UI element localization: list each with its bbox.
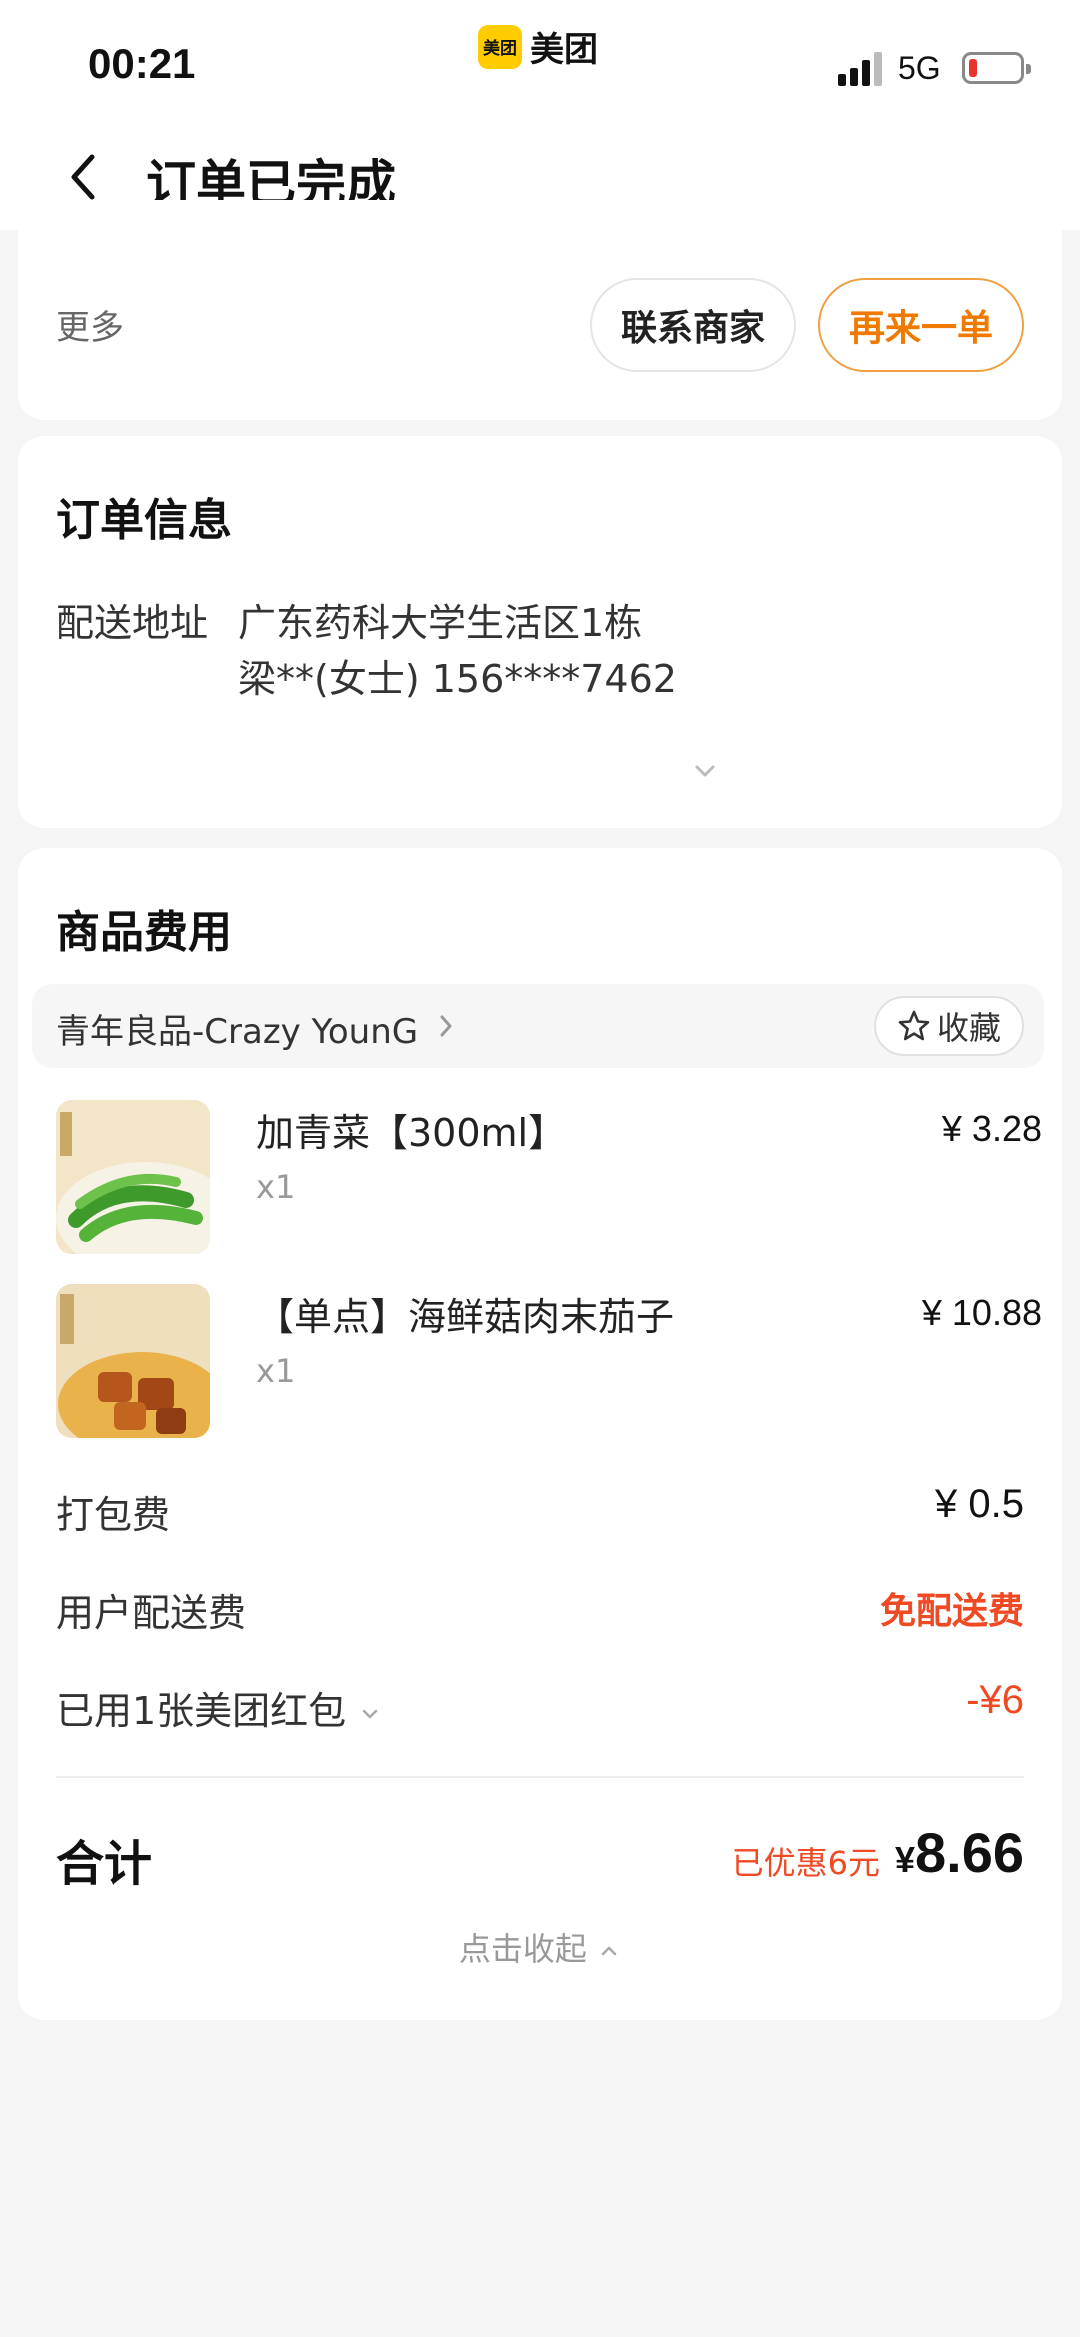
total-number: 8.66 — [915, 1821, 1024, 1884]
item-quantity: x1 — [256, 1168, 296, 1206]
reorder-button[interactable]: 再来一单 — [818, 278, 1024, 372]
delivery-fee-label: 用户配送费 — [56, 1591, 247, 1635]
battery-icon — [962, 52, 1031, 84]
network-type: 5G — [898, 50, 941, 86]
order-info-card: 订单信息 配送地址 广东药科大学生活区1栋 梁**(女士) 156****746… — [18, 436, 1062, 828]
collapse-label: 点击收起 — [458, 1930, 587, 1968]
packing-fee-value: ¥ 0.5 — [935, 1482, 1024, 1526]
favorite-button[interactable]: 收藏 — [874, 996, 1024, 1056]
divider — [56, 1776, 1024, 1778]
star-icon — [898, 1010, 930, 1041]
back-arrow-icon — [71, 154, 95, 200]
address-label: 配送地址 — [56, 601, 209, 645]
chevron-right-icon — [440, 1015, 452, 1037]
list-item[interactable]: 【单点】海鲜菇肉末茄子 x1 ¥ 10.88 — [56, 1284, 1042, 1440]
item-quantity: x1 — [256, 1352, 296, 1390]
item-price: ¥ 3.28 — [941, 1108, 1042, 1149]
meituan-logo-icon: 美团 — [478, 24, 522, 69]
chevron-up-icon — [601, 1946, 617, 1956]
app-brand: 美团 美团 — [478, 22, 598, 71]
total-amount: ¥8.66 — [895, 1820, 1024, 1885]
goods-fee-title: 商品费用 — [56, 907, 232, 958]
delivery-fee-value: 免配送费 — [879, 1591, 1024, 1632]
back-button[interactable] — [58, 152, 108, 202]
item-name: 【单点】海鲜菇肉末茄子 — [256, 1295, 675, 1339]
collapse-toggle[interactable]: 点击收起 — [18, 1924, 1062, 1970]
saved-amount: 已优惠6元 — [731, 1844, 880, 1882]
status-bar: 00:21 美团 美团 5G — [0, 0, 1080, 120]
coupon-row[interactable]: 已用1张美团红包 — [56, 1680, 382, 1735]
item-name: 加青菜【300ml】 — [256, 1111, 567, 1155]
total-label: 合计 — [56, 1836, 153, 1892]
coupon-value: -¥6 — [966, 1678, 1024, 1722]
recipient-contact: 梁**(女士) 156****7462 — [238, 657, 677, 701]
packing-fee-label: 打包费 — [56, 1493, 171, 1537]
shop-name[interactable]: 青年良品-Crazy YounG — [56, 1004, 418, 1053]
order-info-title: 订单信息 — [56, 495, 232, 546]
total-currency: ¥ — [894, 1839, 915, 1880]
app-name: 美团 — [530, 30, 598, 70]
shop-row[interactable]: 青年良品-Crazy YounG 收藏 — [32, 984, 1044, 1068]
list-item[interactable]: 加青菜【300ml】 x1 ¥ 3.28 — [56, 1100, 1042, 1256]
item-price: ¥ 10.88 — [921, 1292, 1042, 1333]
product-image — [56, 1284, 210, 1438]
favorite-label: 收藏 — [936, 1009, 1001, 1047]
contact-merchant-button[interactable]: 联系商家 — [590, 278, 796, 372]
goods-fee-card: 商品费用 青年良品-Crazy YounG 收藏 加青菜【300ml】 x1 ¥… — [18, 848, 1062, 2020]
order-actions-card: 更多 联系商家 再来一单 — [18, 200, 1062, 420]
status-time: 00:21 — [88, 40, 196, 87]
product-image — [56, 1100, 210, 1254]
more-button[interactable]: 更多 — [56, 300, 124, 349]
coupon-label: 已用1张美团红包 — [56, 1689, 347, 1733]
expand-chevron-icon[interactable] — [690, 756, 720, 786]
address-text: 广东药科大学生活区1栋 — [238, 601, 643, 645]
signal-icon — [838, 52, 886, 86]
chevron-down-icon — [362, 1709, 378, 1718]
